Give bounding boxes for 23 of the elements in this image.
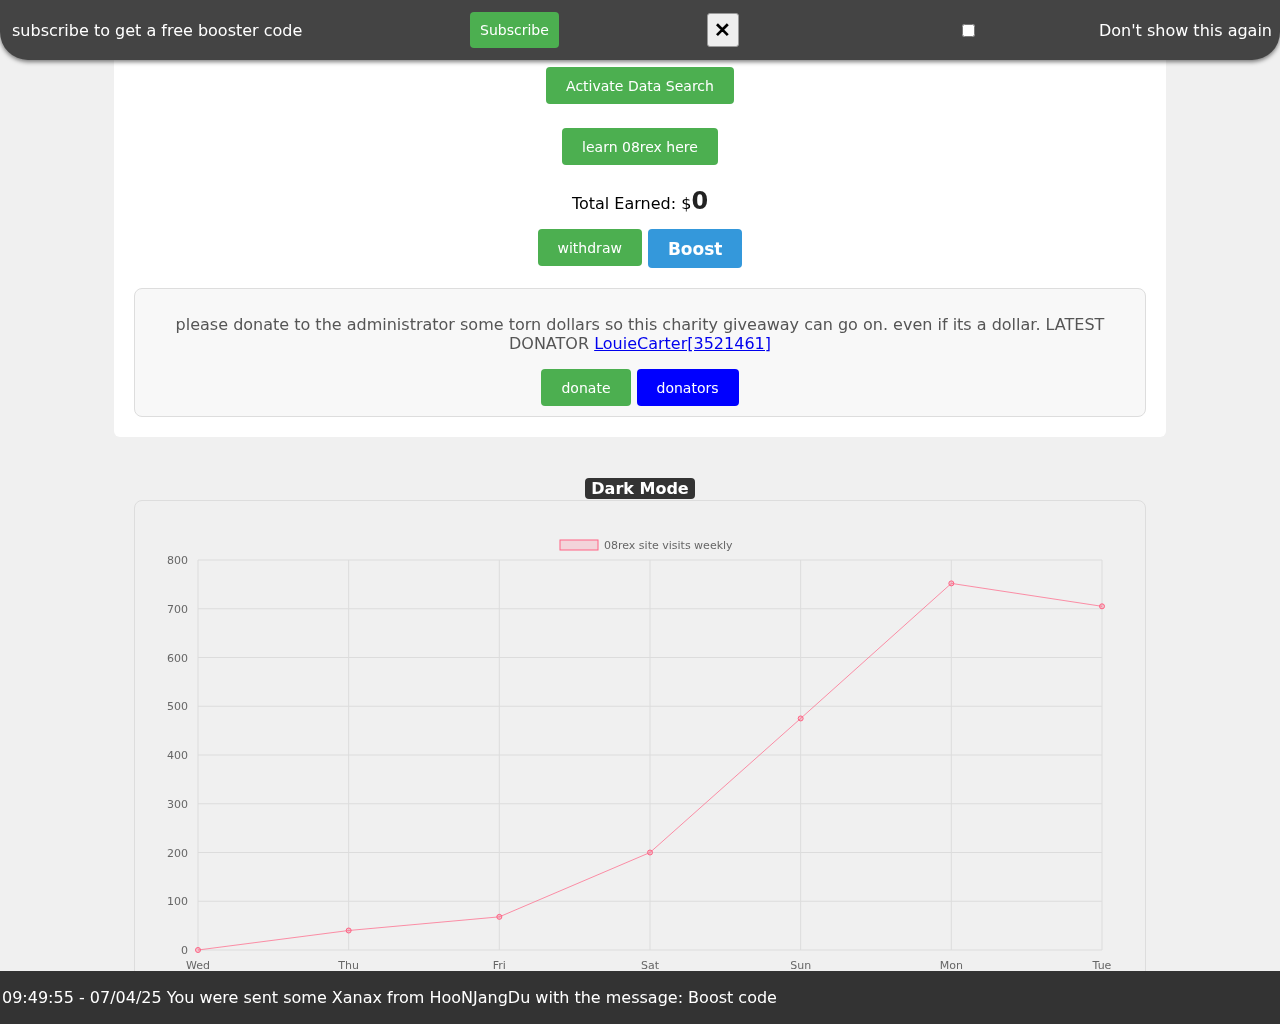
y-axis-tick: 500 — [167, 700, 188, 714]
y-axis-tick: 800 — [167, 554, 188, 567]
x-axis-label: Sat — [641, 959, 659, 972]
total-earned-label: Total Earned: $ — [571, 194, 692, 213]
x-axis-label: Mon — [939, 959, 963, 972]
notification-text: 09:49:55 - 07/04/25 You were sent some Xanax from HooNJangDu with the message: Boost code — [2, 988, 777, 1007]
x-axis-label: Fri — [492, 959, 506, 972]
x-axis-label: Sun — [790, 959, 812, 972]
dont-show-label: Don't show this again — [1098, 20, 1272, 40]
y-axis-tick: 300 — [167, 797, 188, 811]
total-earned-value: 0 — [691, 187, 709, 215]
x-axis-label: Thu — [338, 959, 359, 972]
x-axis-label: Wed — [186, 959, 210, 972]
subscribe-message: subscribe to get a free booster code — [12, 20, 304, 40]
y-axis-tick: 700 — [167, 602, 188, 616]
x-axis-label: Tue — [1092, 959, 1112, 972]
legend-label: 08rex site visits weekly — [604, 539, 733, 552]
donate-message: please donate to the administrator some torn dollars so this charity giveaway can go on. even if its a dollar. LATEST DONATOR LouieCarter[3521461] — [174, 315, 1106, 353]
y-axis-tick: 100 — [167, 895, 188, 909]
y-axis-tick: 600 — [167, 651, 188, 665]
y-axis-tick: 0 — [181, 944, 188, 957]
y-axis-tick: 200 — [167, 846, 188, 860]
y-axis-tick: 400 — [167, 749, 188, 762]
